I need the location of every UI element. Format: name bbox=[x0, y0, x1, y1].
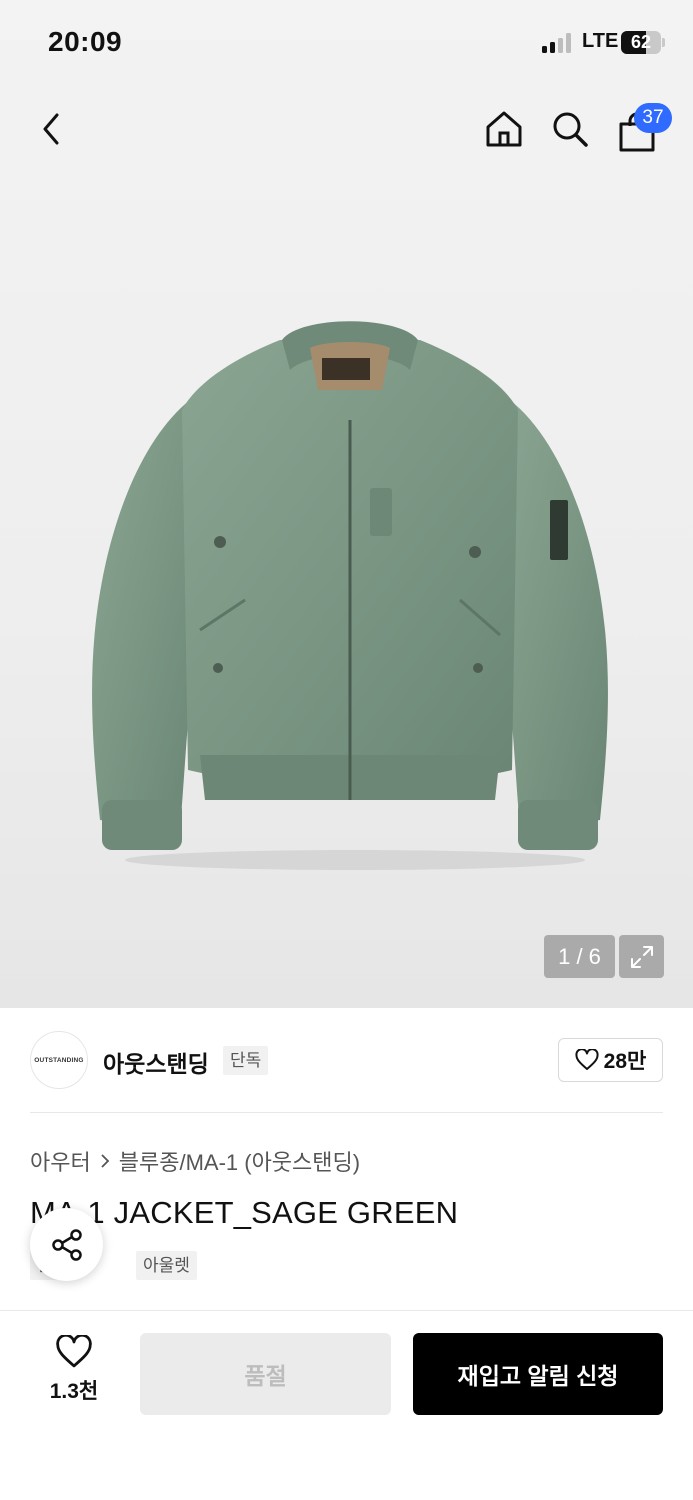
wish-button[interactable]: 1.3천 bbox=[38, 1335, 110, 1415]
expand-image-button[interactable] bbox=[619, 935, 664, 978]
cart-count-badge: 37 bbox=[634, 103, 672, 133]
restock-alert-button[interactable]: 재입고 알림 신청 bbox=[413, 1333, 663, 1415]
battery-level: 62 bbox=[630, 32, 652, 52]
breadcrumb: 아우터 블루종/MA-1 (아웃스탠딩) bbox=[30, 1145, 360, 1177]
brand-like-count: 28만 bbox=[603, 1050, 647, 1073]
product-hero: 20:09 LTE 62 37 1 / 6 bbox=[0, 0, 693, 1008]
signal-icon bbox=[542, 33, 576, 53]
chevron-left-icon bbox=[43, 113, 59, 145]
status-bar: 20:09 LTE 62 bbox=[0, 0, 693, 86]
network-label: LTE bbox=[582, 30, 619, 52]
brand-logo-text: OUTSTANDING bbox=[34, 1056, 84, 1064]
status-time: 20:09 bbox=[48, 26, 123, 57]
back-button[interactable] bbox=[26, 103, 78, 155]
battery-icon: 62 bbox=[621, 31, 665, 54]
share-button[interactable] bbox=[30, 1208, 103, 1281]
brand-exclusive-badge: 단독 bbox=[223, 1046, 269, 1075]
bottom-bar-divider bbox=[0, 1310, 693, 1311]
heart-outline-icon bbox=[56, 1335, 92, 1368]
search-icon bbox=[553, 112, 588, 147]
breadcrumb-subcategory[interactable]: 블루종/MA-1 (아웃스탠딩) bbox=[119, 1145, 360, 1177]
brand-name[interactable]: 아웃스탠딩 bbox=[103, 1045, 209, 1079]
search-button[interactable] bbox=[544, 103, 596, 155]
brand-logo[interactable]: OUTSTANDING bbox=[30, 1031, 88, 1089]
product-tag-outlet: 아울렛 bbox=[136, 1251, 197, 1280]
image-counter: 1 / 6 bbox=[544, 935, 615, 978]
chevron-right-icon bbox=[101, 1154, 110, 1168]
expand-icon bbox=[630, 945, 653, 968]
wish-count: 1.3천 bbox=[49, 1380, 99, 1403]
share-icon bbox=[51, 1228, 82, 1261]
breadcrumb-category[interactable]: 아우터 bbox=[30, 1145, 91, 1177]
brand-like-button[interactable]: 28만 bbox=[558, 1038, 663, 1082]
soldout-button: 품절 bbox=[140, 1333, 391, 1415]
divider bbox=[30, 1112, 663, 1113]
heart-outline-icon bbox=[575, 1049, 599, 1070]
home-icon bbox=[486, 111, 522, 147]
home-button[interactable] bbox=[478, 103, 530, 155]
product-image[interactable] bbox=[70, 300, 630, 880]
